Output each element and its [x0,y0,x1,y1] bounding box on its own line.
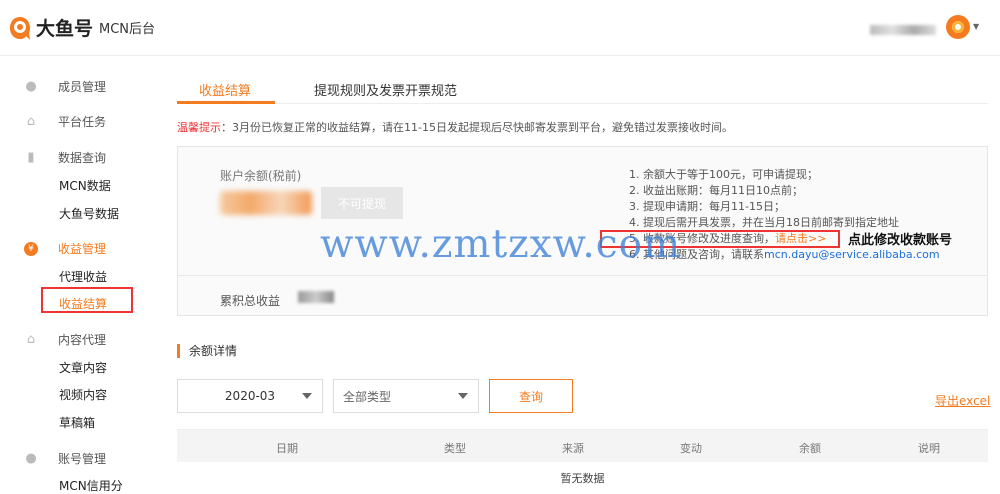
rule-item-contact: 6. 其他问题及咨询，请联系mcn.dayu@service.alibaba.c… [629,247,979,263]
sidebar-group-data[interactable]: ▮ 数据查询 [24,149,106,166]
contact-email-link[interactable]: mcn.dayu@service.alibaba.com [764,248,940,261]
column-header: 日期 [276,442,298,455]
notice-label: 温馨提示 [177,121,221,134]
balance-value-blurred [220,191,312,215]
username-blurred[interactable] [870,25,936,35]
person-icon: ● [25,450,37,466]
balance-label: 账户余额(税前) [220,169,302,183]
tab-divider [177,103,988,104]
sidebar-item-dayu-data[interactable]: 大鱼号数据 [59,205,119,222]
sidebar-group-label: 数据查询 [58,151,107,165]
notice-bar: 温馨提示：3月份已恢复正常的收益结算，请在11-15日发起提现后尽快邮寄发票到平… [177,119,733,135]
notice-text: ：3月份已恢复正常的收益结算，请在11-15日发起提现后尽快邮寄发票到平台，避免… [221,121,733,134]
sidebar-item-mcn-data[interactable]: MCN数据 [59,177,111,194]
yuan-icon: ¥ [24,241,38,256]
rule-item: 1. 余额大于等于100元，可申请提现； [629,168,818,181]
sidebar-group-label: 收益管理 [58,242,107,256]
sidebar-group-members[interactable]: ● 成员管理 [24,78,106,95]
column-header: 说明 [918,442,940,455]
sidebar-item-mcn-credit[interactable]: MCN信用分 [59,477,123,494]
section-title-text: 余额详情 [189,344,238,358]
month-select[interactable]: 2020-03 [177,379,323,413]
fish-logo-icon [10,16,30,40]
sidebar-item-drafts[interactable]: 草稿箱 [59,414,95,431]
sidebar-group-account[interactable]: ● 账号管理 [24,450,106,467]
tab-bar: 收益结算 提现规则及发票开票规范 [177,78,988,104]
type-value: 全部类型 [343,389,392,404]
month-value: 2020-03 [224,389,276,403]
active-tab-indicator [177,101,275,104]
tab-withdraw-rules[interactable]: 提现规则及发票开票规范 [314,80,457,99]
export-excel-link[interactable]: 导出excel [935,392,990,409]
rule-item: 3. 提现申请期：每月11-15日； [629,200,785,213]
sidebar-group-income[interactable]: ¥ 收益管理 [24,240,106,257]
column-header: 变动 [680,442,702,455]
sidebar-item-agent-income[interactable]: 代理收益 [59,268,107,285]
panel-divider [178,275,987,276]
caret-down-icon[interactable]: ▼ [973,22,979,31]
withdraw-button[interactable]: 不可提现 [321,187,403,219]
home-icon: ⌂ [26,113,36,129]
sidebar-group-tasks[interactable]: ⌂ 平台任务 [24,113,106,130]
query-button[interactable]: 查询 [489,379,573,413]
cumulative-label: 累积总收益 [220,294,281,308]
person-icon: ● [25,78,37,94]
red-highlight-box [41,287,133,313]
rule-item: 2. 收益出账期：每月11日10点前； [629,184,803,197]
balance-section-title: 余额详情 [177,342,237,359]
empty-state: 暂无数据 [560,472,605,485]
callout-annotation: 点此修改收款账号 [848,233,953,248]
tab-income-settle[interactable]: 收益结算 [199,80,251,99]
avatar[interactable] [946,15,970,39]
type-select[interactable]: 全部类型 [333,379,479,413]
home-icon: ⌂ [26,331,36,347]
watermark: www.zmtzxw.com [320,222,682,267]
sidebar-group-label: 平台任务 [58,115,107,129]
top-bar: 大鱼号 MCN后台 ▼ [0,0,1000,56]
bar-chart-icon: ▮ [27,149,35,165]
logo[interactable]: 大鱼号 MCN后台 [8,14,155,41]
sidebar-group-content[interactable]: ⌂ 内容代理 [24,331,106,348]
sidebar-item-videos[interactable]: 视频内容 [59,386,107,403]
column-header: 余额 [799,442,821,455]
logo-subtitle: MCN后台 [99,22,156,37]
sidebar-group-label: 账号管理 [58,452,107,466]
section-marker [177,343,180,358]
column-header: 来源 [562,442,584,455]
rules-list: 1. 余额大于等于100元，可申请提现； 2. 收益出账期：每月11日10点前；… [629,167,979,263]
logo-text: 大鱼号 [36,18,94,40]
sidebar-item-articles[interactable]: 文章内容 [59,359,107,376]
caret-down-icon [458,393,468,399]
cumulative-value-blurred [298,291,334,303]
sidebar-group-label: 内容代理 [58,333,107,347]
sidebar-group-label: 成员管理 [58,80,107,94]
caret-down-icon [302,393,312,399]
column-header: 类型 [444,442,466,455]
table-header: 日期 类型 来源 变动 余额 说明 [177,429,988,462]
